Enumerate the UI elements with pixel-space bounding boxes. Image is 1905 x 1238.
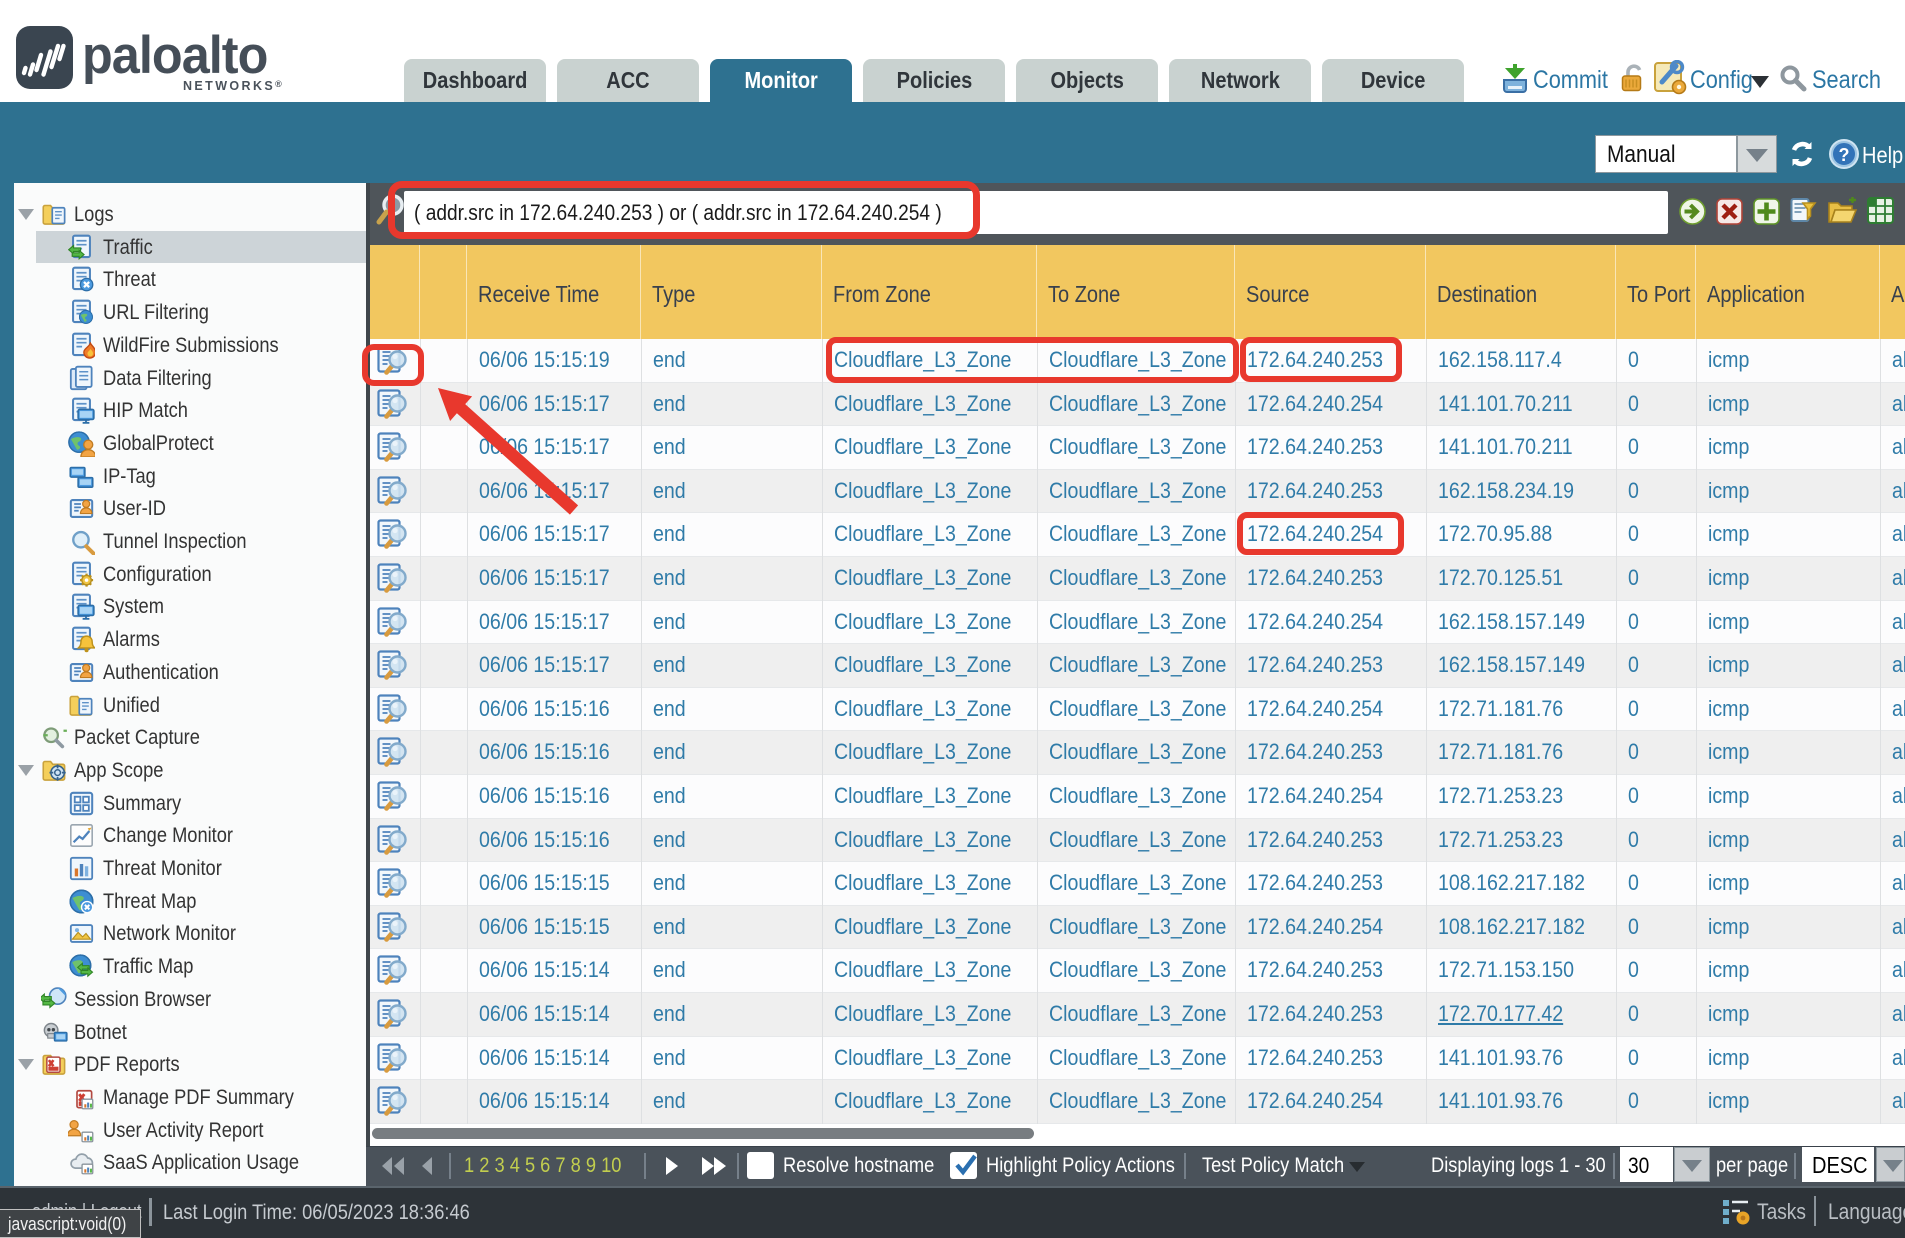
svg-text:?: ? bbox=[1839, 145, 1850, 165]
